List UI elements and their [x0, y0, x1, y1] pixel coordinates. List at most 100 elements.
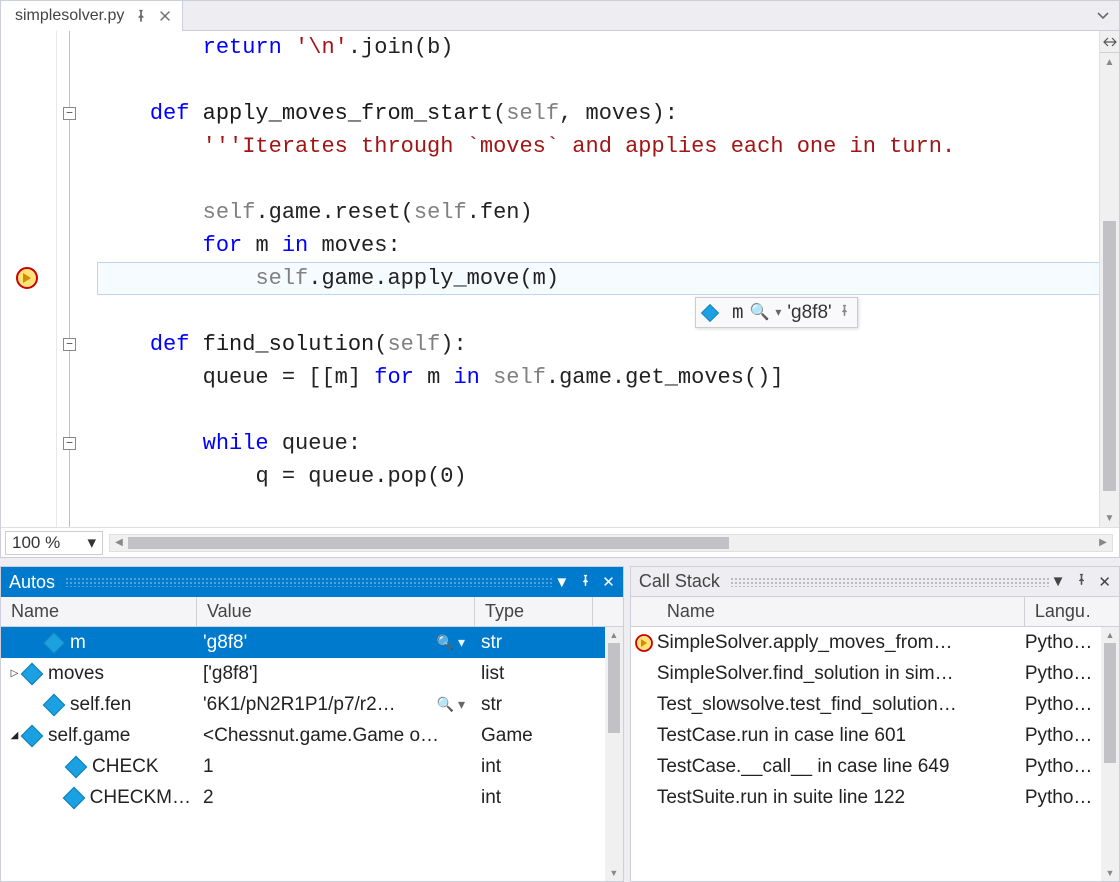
- autos-row[interactable]: CHECK1int: [1, 751, 623, 782]
- scroll-down-icon[interactable]: ▼: [1101, 865, 1119, 881]
- file-tab-label: simplesolver.py: [15, 7, 124, 25]
- scroll-down-icon[interactable]: ▼: [605, 865, 623, 881]
- code-line[interactable]: for m in moves:: [97, 229, 401, 262]
- autos-var-value: 2: [203, 787, 214, 809]
- scroll-down-icon[interactable]: ▼: [1100, 509, 1119, 527]
- autos-col-value[interactable]: Value: [197, 597, 475, 626]
- magnifier-icon[interactable]: 🔍 ▾: [437, 634, 465, 651]
- code-line[interactable]: self.game.reset(self.fen): [97, 196, 533, 229]
- fold-toggle[interactable]: −: [63, 107, 76, 120]
- scrollbar-thumb[interactable]: [1104, 643, 1116, 763]
- panel-grip[interactable]: [730, 577, 1051, 587]
- row-expander[interactable]: [31, 699, 42, 710]
- panel-close-icon[interactable]: ✕: [602, 573, 615, 591]
- callstack-panel-header[interactable]: Call Stack ▼ ✕: [631, 567, 1119, 597]
- file-tab[interactable]: simplesolver.py: [1, 1, 183, 31]
- callstack-col-name[interactable]: Name: [657, 597, 1025, 626]
- callstack-row[interactable]: TestCase.run in case line 601Pytho…: [631, 720, 1119, 751]
- autos-var-type: int: [481, 756, 501, 778]
- code-line[interactable]: def find_solution(self):: [97, 328, 467, 361]
- code-line[interactable]: '''Iterates through `moves` and applies …: [97, 130, 955, 163]
- code-area[interactable]: return '\n'.join(b) def apply_moves_from…: [97, 31, 1119, 527]
- pin-icon[interactable]: [838, 296, 851, 329]
- variable-icon: [21, 662, 44, 685]
- callstack-row[interactable]: SimpleSolver.find_solution in sim…Pytho…: [631, 658, 1119, 689]
- autos-row[interactable]: ◢self.game<Chessnut.game.Game o…Game: [1, 720, 623, 751]
- autos-col-name[interactable]: Name: [1, 597, 197, 626]
- callstack-title: Call Stack: [639, 571, 720, 592]
- bottom-panels: Autos ▼ ✕ Name Value Type ▲ ▼ m'g8f8'🔍 ▾…: [0, 566, 1120, 882]
- callstack-frame-name: Test_slowsolve.test_find_solution…: [657, 694, 957, 715]
- callstack-col-lang[interactable]: Langu…: [1025, 597, 1089, 626]
- row-expander[interactable]: [53, 761, 64, 772]
- autos-col-type[interactable]: Type: [475, 597, 593, 626]
- hscrollbar-thumb[interactable]: [128, 537, 729, 549]
- autos-var-name: m: [70, 632, 86, 654]
- scroll-left-icon[interactable]: ◀: [110, 535, 128, 551]
- pin-icon[interactable]: [134, 9, 148, 23]
- magnifier-icon[interactable]: 🔍: [749, 296, 769, 329]
- close-tab-icon[interactable]: [158, 9, 172, 23]
- autos-var-type: str: [481, 632, 502, 654]
- scrollbar-thumb[interactable]: [1103, 221, 1116, 491]
- autos-var-value: 1: [203, 756, 214, 778]
- scroll-up-icon[interactable]: ▲: [1101, 627, 1119, 643]
- editor-horizontal-scrollbar[interactable]: ◀ ▶: [109, 534, 1113, 552]
- autos-grid-header: Name Value Type: [1, 597, 623, 627]
- autos-row[interactable]: ▷moves['g8f8']list: [1, 658, 623, 689]
- editor-vertical-scrollbar[interactable]: ▲ ▼: [1099, 31, 1119, 527]
- panel-grip[interactable]: [65, 577, 554, 587]
- autos-row[interactable]: m'g8f8'🔍 ▾str: [1, 627, 623, 658]
- panel-dropdown-icon[interactable]: ▼: [554, 574, 569, 591]
- fold-toggle[interactable]: −: [63, 338, 76, 351]
- code-line[interactable]: q = queue.pop(0): [97, 460, 467, 493]
- panel-pin-icon[interactable]: [1075, 573, 1088, 590]
- autos-var-name: self.game: [48, 725, 130, 747]
- callstack-vertical-scrollbar[interactable]: ▲ ▼: [1101, 627, 1119, 881]
- tab-overflow-icon[interactable]: [1095, 7, 1111, 23]
- panel-close-icon[interactable]: ✕: [1098, 573, 1111, 591]
- code-line[interactable]: self.game.apply_move(m): [97, 262, 559, 295]
- zoom-combobox[interactable]: 100 % ▾: [5, 531, 103, 555]
- callstack-grid-header: Name Langu…: [631, 597, 1119, 627]
- row-expander[interactable]: ▷: [9, 668, 20, 679]
- scrollbar-thumb[interactable]: [608, 643, 620, 733]
- current-statement-icon[interactable]: [15, 266, 39, 290]
- row-expander[interactable]: [53, 792, 62, 803]
- code-line[interactable]: while queue:: [97, 427, 361, 460]
- editor-pane: simplesolver.py − − − return '\n'.join(b) …: [0, 0, 1120, 558]
- scroll-up-icon[interactable]: ▲: [605, 627, 623, 643]
- chevron-down-icon[interactable]: ▾: [775, 296, 781, 329]
- code-line[interactable]: def apply_moves_from_start(self, moves):: [97, 97, 678, 130]
- callstack-row[interactable]: TestSuite.run in suite line 122Pytho…: [631, 782, 1119, 813]
- callstack-row[interactable]: TestCase.__call__ in case line 649Pytho…: [631, 751, 1119, 782]
- autos-panel: Autos ▼ ✕ Name Value Type ▲ ▼ m'g8f8'🔍 ▾…: [0, 566, 624, 882]
- code-line[interactable]: return '\n'.join(b): [97, 31, 453, 64]
- callstack-row[interactable]: Test_slowsolve.test_find_solution…Pytho…: [631, 689, 1119, 720]
- autos-row[interactable]: self.fen'6K1/pN2R1P1/p7/r2…🔍 ▾str: [1, 689, 623, 720]
- scroll-up-icon[interactable]: ▲: [1100, 53, 1119, 71]
- row-expander[interactable]: ◢: [9, 730, 20, 741]
- scroll-right-icon[interactable]: ▶: [1094, 535, 1112, 551]
- outline-column: − − −: [57, 31, 97, 527]
- variable-icon: [62, 786, 85, 809]
- zoom-value: 100 %: [12, 533, 60, 553]
- panel-dropdown-icon[interactable]: ▼: [1051, 573, 1066, 590]
- callstack-row[interactable]: SimpleSolver.apply_moves_from…Pytho…: [631, 627, 1119, 658]
- split-icon[interactable]: [1100, 31, 1119, 53]
- autos-row[interactable]: CHECKM…2int: [1, 782, 623, 813]
- code-line[interactable]: queue = [[m] for m in self.game.get_move…: [97, 361, 784, 394]
- row-expander[interactable]: [31, 637, 42, 648]
- autos-var-name: self.fen: [70, 694, 131, 716]
- autos-panel-header[interactable]: Autos ▼ ✕: [1, 567, 623, 597]
- fold-toggle[interactable]: −: [63, 437, 76, 450]
- autos-var-value: '6K1/pN2R1P1/p7/r2…: [203, 694, 396, 716]
- panel-pin-icon[interactable]: [579, 574, 592, 591]
- autos-var-type: int: [481, 787, 501, 809]
- autos-vertical-scrollbar[interactable]: ▲ ▼: [605, 627, 623, 881]
- callstack-frame-lang: Pytho…: [1025, 756, 1093, 777]
- debug-hover-tooltip[interactable]: m🔍▾'g8f8': [695, 297, 858, 328]
- autos-var-type: Game: [481, 725, 533, 747]
- variable-icon: [701, 303, 719, 321]
- magnifier-icon[interactable]: 🔍 ▾: [437, 696, 465, 713]
